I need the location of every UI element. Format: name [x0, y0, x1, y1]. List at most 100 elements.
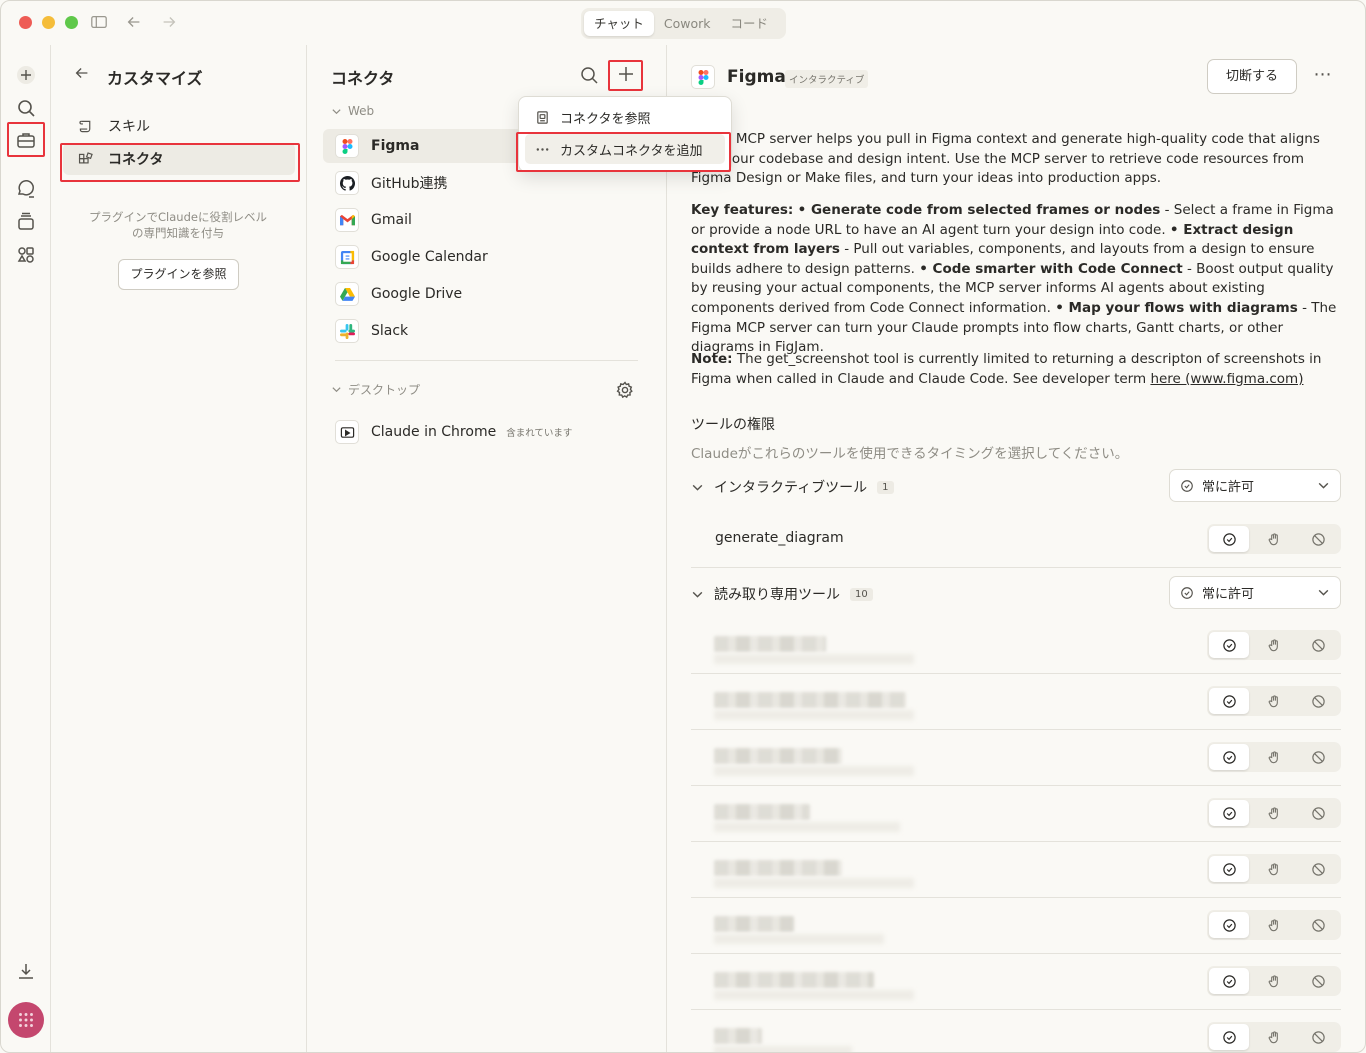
- block-icon[interactable]: [1298, 526, 1338, 552]
- avatar[interactable]: [8, 1002, 44, 1038]
- tool-permissions-title: ツールの権限: [691, 417, 775, 433]
- close-window-button[interactable]: [19, 16, 32, 29]
- ask-hand-icon[interactable]: [1254, 1024, 1294, 1050]
- disconnect-button[interactable]: 切断する: [1207, 59, 1297, 94]
- add-connector-icon[interactable]: [613, 61, 639, 87]
- allow-check-icon[interactable]: [1209, 1024, 1249, 1050]
- ask-hand-icon[interactable]: [1254, 856, 1294, 882]
- ask-hand-icon[interactable]: [1254, 912, 1294, 938]
- connector-label: Slack: [371, 323, 409, 339]
- connector-label: Figma: [371, 138, 420, 154]
- minimize-window-button[interactable]: [42, 16, 55, 29]
- search-icon[interactable]: [579, 65, 599, 85]
- description-paragraph: Figma MCP server helps you pull in Figma…: [691, 131, 1320, 187]
- row-divider: [691, 953, 1341, 954]
- connector-label: Google Drive: [371, 286, 463, 302]
- interactive-permission-select[interactable]: 常に許可: [1169, 469, 1341, 502]
- chevron-down-icon: [1318, 589, 1329, 596]
- allow-check-icon[interactable]: [1209, 744, 1249, 770]
- sidebar-toggle-icon[interactable]: [89, 13, 109, 33]
- google-calendar-logo-icon: [335, 245, 359, 269]
- allow-check-icon[interactable]: [1209, 856, 1249, 882]
- download-icon[interactable]: [14, 959, 38, 983]
- tab-chat[interactable]: チャット: [584, 11, 654, 36]
- read-only-permission-select[interactable]: 常に許可: [1169, 576, 1341, 609]
- block-icon[interactable]: [1298, 632, 1338, 658]
- nav-item-label: コネクタ: [108, 152, 164, 168]
- allow-check-icon[interactable]: [1209, 526, 1249, 552]
- maximize-window-button[interactable]: [65, 16, 78, 29]
- web-section-header[interactable]: Web: [331, 104, 374, 118]
- chevron-down-icon: [692, 484, 703, 491]
- chevron-down-icon: [1318, 482, 1329, 489]
- allow-check-icon[interactable]: [1209, 912, 1249, 938]
- read-only-tools-group-header[interactable]: 読み取り専用ツール 10: [691, 584, 873, 604]
- nav-item-connectors[interactable]: コネクタ: [63, 143, 295, 175]
- back-arrow-icon[interactable]: [73, 64, 91, 82]
- block-icon[interactable]: [1298, 968, 1338, 994]
- block-icon[interactable]: [1298, 912, 1338, 938]
- new-chat-icon[interactable]: [14, 63, 38, 87]
- ask-hand-icon[interactable]: [1254, 688, 1294, 714]
- developer-terms-link[interactable]: here (www.figma.com): [1150, 371, 1303, 387]
- block-icon[interactable]: [1298, 688, 1338, 714]
- connector-item-slack[interactable]: Slack: [323, 314, 653, 348]
- tab-cowork[interactable]: Cowork: [654, 11, 721, 36]
- note-paragraph: Note: The get_screenshot tool is current…: [691, 351, 1322, 387]
- connector-item-claude-in-chrome[interactable]: Claude in Chrome 含まれています: [323, 415, 653, 449]
- block-icon[interactable]: [1298, 1024, 1338, 1050]
- redacted-tool-subtext: [714, 1046, 852, 1052]
- redacted-tool-subtext: [714, 654, 914, 664]
- more-options-icon[interactable]: ⋯: [1311, 65, 1335, 89]
- row-divider: [691, 729, 1341, 730]
- redacted-tool-subtext: [714, 710, 914, 720]
- connector-item-google-calendar[interactable]: Google Calendar: [323, 240, 653, 274]
- menu-item-add-custom-connector[interactable]: カスタムコネクタを追加: [525, 134, 725, 164]
- row-divider: [691, 841, 1341, 842]
- redacted-tool-name: [714, 692, 906, 708]
- block-icon[interactable]: [1298, 856, 1338, 882]
- redacted-tool-name: [714, 916, 794, 932]
- forward-arrow-icon[interactable]: [159, 13, 179, 33]
- projects-icon[interactable]: [14, 210, 38, 234]
- back-arrow-icon[interactable]: [124, 13, 144, 33]
- tab-code[interactable]: コード: [721, 11, 779, 36]
- menu-item-browse-connectors[interactable]: コネクタを参照: [525, 102, 725, 132]
- tool-permission-toggle: [1207, 524, 1341, 554]
- connectors-panel: コネクタ Web Figma GitHub連携 Gmail Google Cal…: [307, 45, 667, 1052]
- browse-plugins-button[interactable]: プラグインを参照: [118, 259, 239, 290]
- block-icon[interactable]: [1298, 800, 1338, 826]
- search-icon[interactable]: [14, 96, 38, 120]
- connectors-blocks-icon: [78, 151, 93, 163]
- plugin-note: プラグインでClaudeに役割レベルの専門知識を付与: [89, 210, 267, 240]
- nav-item-skills[interactable]: スキル: [63, 110, 295, 142]
- allow-check-icon[interactable]: [1209, 968, 1249, 994]
- gear-icon[interactable]: [615, 380, 635, 400]
- row-divider: [691, 897, 1341, 898]
- allow-check-icon[interactable]: [1209, 800, 1249, 826]
- customize-briefcase-icon[interactable]: [14, 128, 38, 152]
- redacted-tool-name: [714, 972, 874, 988]
- figma-logo-icon: [691, 65, 715, 89]
- desktop-section-header[interactable]: デスクトップ: [331, 381, 420, 398]
- interactive-badge: インタラクティブ: [785, 70, 869, 88]
- connector-item-gmail[interactable]: Gmail: [323, 203, 653, 237]
- allow-check-icon[interactable]: [1209, 632, 1249, 658]
- artifacts-icon[interactable]: [14, 243, 38, 267]
- customize-panel: カスタマイズ スキル コネクタ プラグインでClaudeに役割レベルの専門知識を…: [51, 45, 307, 1052]
- chats-icon[interactable]: [14, 177, 38, 201]
- connector-item-google-drive[interactable]: Google Drive: [323, 277, 653, 311]
- ask-hand-icon[interactable]: [1254, 968, 1294, 994]
- allow-check-icon[interactable]: [1209, 688, 1249, 714]
- tool-permission-toggle: [1207, 686, 1341, 716]
- redacted-tool-name: [714, 636, 826, 652]
- ask-hand-icon[interactable]: [1254, 800, 1294, 826]
- interactive-tools-group-header[interactable]: インタラクティブツール 1: [691, 477, 894, 497]
- ask-hand-icon[interactable]: [1254, 632, 1294, 658]
- title-bar: チャット Cowork コード: [1, 1, 1365, 45]
- block-icon[interactable]: [1298, 744, 1338, 770]
- tool-permission-toggle: [1207, 910, 1341, 940]
- ask-hand-icon[interactable]: [1254, 526, 1294, 552]
- ask-hand-icon[interactable]: [1254, 744, 1294, 770]
- connector-detail-panel: Figma インタラクティブ 切断する ⋯ Figma MCP server h…: [667, 45, 1365, 1052]
